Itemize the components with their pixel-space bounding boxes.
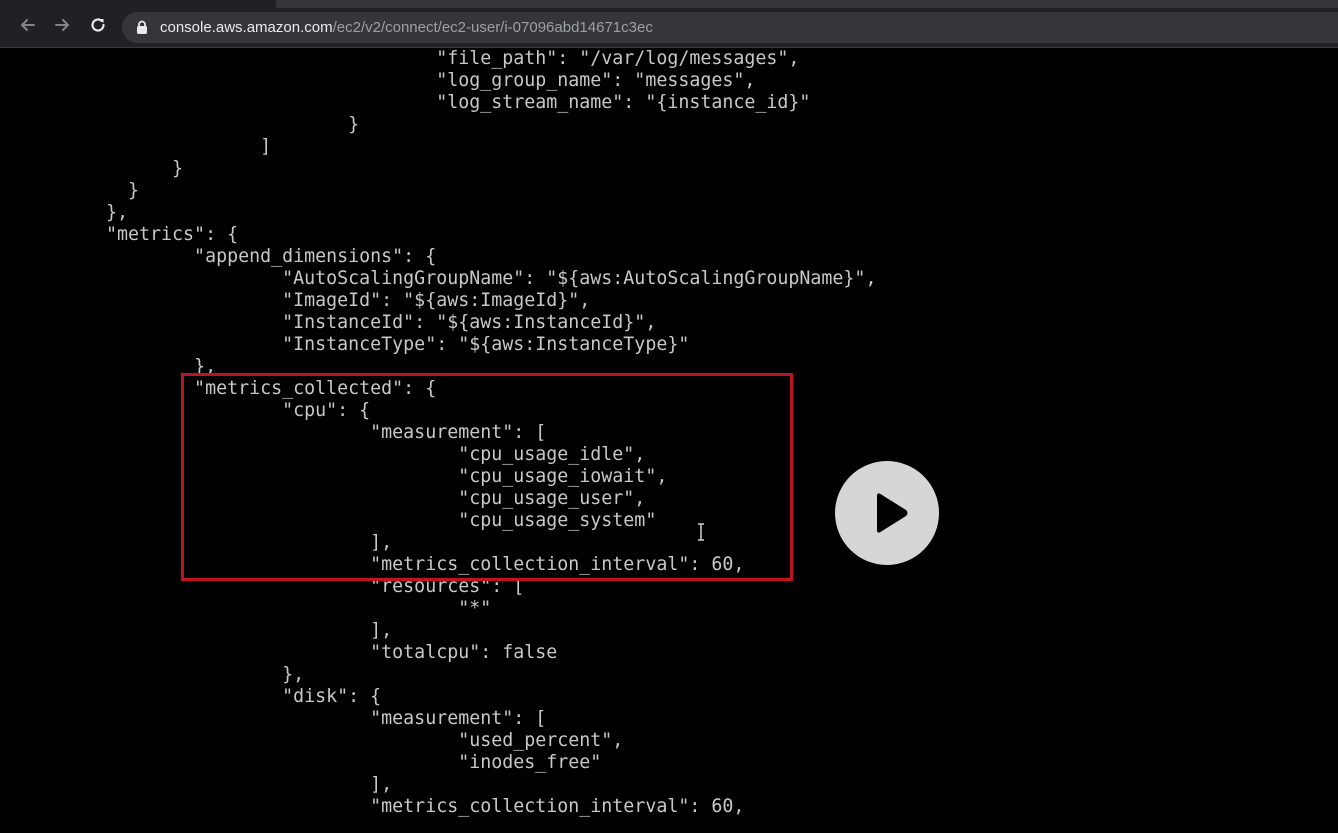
- code-line: "measurement": [: [84, 708, 547, 729]
- active-tab[interactable]: [0, 0, 276, 8]
- reload-icon[interactable]: [88, 15, 108, 35]
- code-line: "totalcpu": false: [84, 642, 558, 663]
- code-line: "metrics": {: [84, 224, 239, 245]
- play-icon: [877, 493, 908, 533]
- tab-strip: [0, 0, 1338, 8]
- code-line: "inodes_free": [84, 752, 602, 773]
- back-arrow-icon[interactable]: [18, 15, 38, 35]
- code-line: "disk": {: [84, 686, 382, 707]
- url-host: console.aws.amazon.com: [160, 19, 333, 36]
- code-line: }: [84, 158, 184, 179]
- code-line: },: [84, 664, 305, 685]
- code-line: "used_percent",: [84, 730, 624, 751]
- browser-toolbar: console.aws.amazon.com/ec2/v2/connect/ec…: [0, 0, 1338, 48]
- highlight-box: [181, 373, 793, 581]
- code-line: ]: [84, 136, 272, 157]
- url-path: /ec2/v2/connect/ec2-user/i-07096abd14671…: [332, 19, 653, 36]
- code-line: "AutoScalingGroupName": "${aws:AutoScali…: [84, 268, 877, 289]
- code-line: "log_stream_name": "{instance_id}": [84, 92, 811, 113]
- lock-icon[interactable]: [136, 20, 148, 40]
- code-line: ],: [84, 774, 393, 795]
- code-line: "metrics_collection_interval": 60,: [84, 796, 745, 817]
- code-line: },: [84, 202, 129, 223]
- code-line: ],: [84, 620, 393, 641]
- address-bar[interactable]: console.aws.amazon.com/ec2/v2/connect/ec…: [122, 12, 1338, 43]
- code-line: "ImageId": "${aws:ImageId}",: [84, 290, 591, 311]
- code-line: }: [84, 180, 140, 201]
- play-button[interactable]: [835, 461, 939, 565]
- code-line: "append_dimensions": {: [84, 246, 437, 267]
- code-line: "log_group_name": "messages",: [84, 70, 756, 91]
- code-line: "InstanceId": "${aws:InstanceId}",: [84, 312, 657, 333]
- code-line: "file_path": "/var/log/messages",: [84, 48, 800, 69]
- code-line: }: [84, 114, 360, 135]
- code-line: "InstanceType": "${aws:InstanceType}": [84, 334, 690, 355]
- url-text: console.aws.amazon.com/ec2/v2/connect/ec…: [160, 18, 653, 37]
- text-cursor-icon: [696, 523, 706, 541]
- code-line: "*": [84, 598, 492, 619]
- forward-arrow-icon[interactable]: [52, 15, 72, 35]
